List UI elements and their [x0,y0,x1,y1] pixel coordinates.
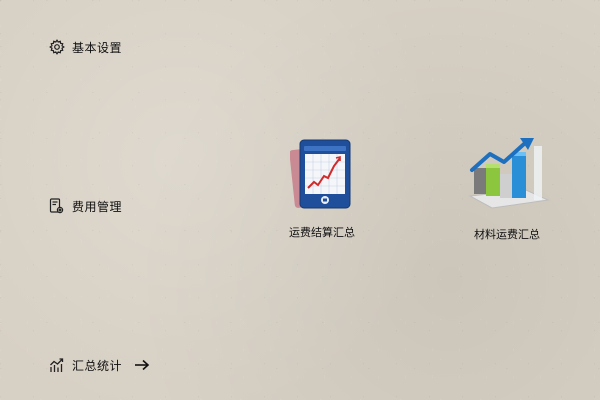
arrow-right-icon [134,359,150,371]
report-chart-icon [289,136,354,220]
tile-material-freight-summary[interactable]: 材料运费汇总 [462,134,552,242]
document-settings-icon [48,197,66,215]
trend-chart-icon [48,356,66,374]
bar-chart-growth-icon [464,134,550,222]
sidebar-item-fee-management[interactable]: 费用管理 [48,197,122,215]
tile-label: 运费结算汇总 [289,226,355,239]
sidebar-item-label: 费用管理 [72,199,123,214]
sidebar-item-label: 汇总统计 [72,358,123,373]
sidebar-item-basic-settings[interactable]: 基本设置 [48,38,122,56]
gear-icon [48,38,66,56]
sidebar-item-summary-statistics[interactable]: 汇总统计 [48,356,150,374]
tile-label: 材料运费汇总 [474,228,540,241]
sidebar-item-label: 基本设置 [72,40,123,55]
tile-freight-settlement-summary[interactable]: 运费结算汇总 [284,136,360,240]
